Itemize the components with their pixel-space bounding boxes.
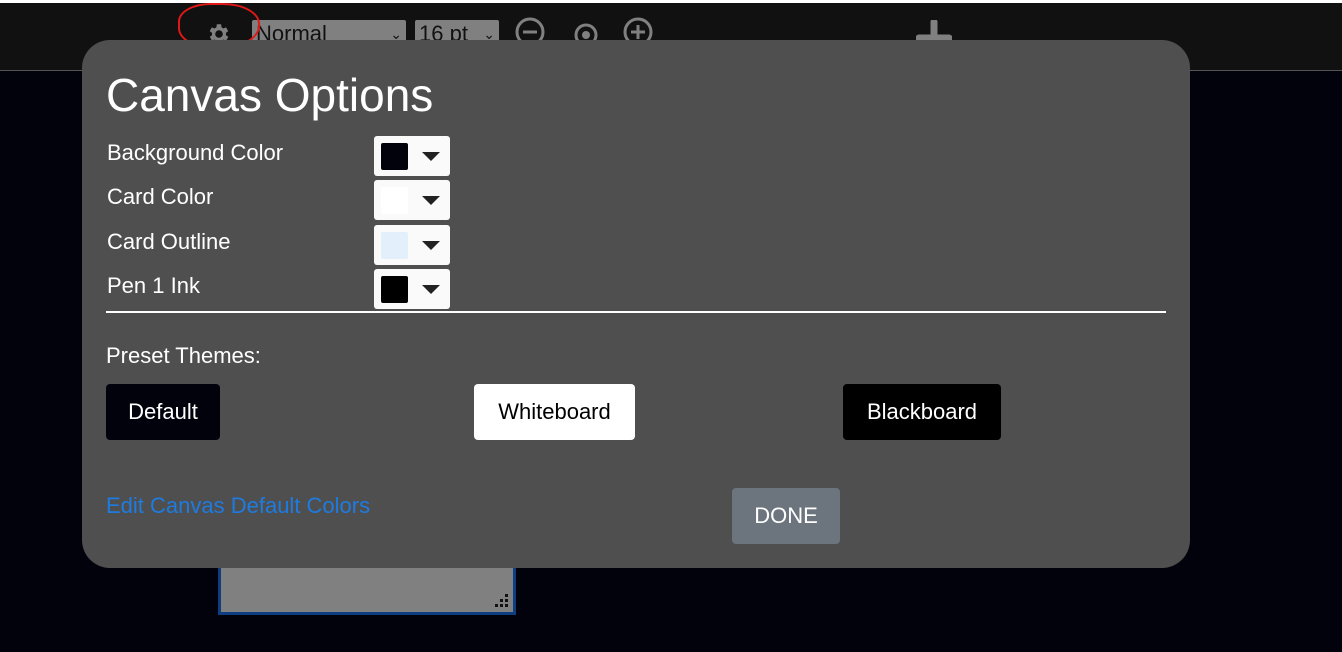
canvas-options-dialog: Canvas Options Background Color Card Col… bbox=[82, 40, 1190, 568]
pen-ink-label: Pen 1 Ink bbox=[107, 273, 200, 298]
color-swatch bbox=[381, 276, 408, 303]
caret-down-icon bbox=[422, 152, 440, 161]
caret-down-icon bbox=[422, 241, 440, 250]
pen-ink-picker[interactable] bbox=[374, 269, 450, 309]
theme-default-button[interactable]: Default bbox=[106, 384, 220, 440]
color-swatch bbox=[381, 187, 408, 214]
dialog-title: Canvas Options bbox=[106, 69, 434, 121]
theme-blackboard-button[interactable]: Blackboard bbox=[843, 384, 1001, 440]
divider bbox=[106, 311, 1166, 313]
color-swatch bbox=[381, 143, 408, 170]
card-color-picker[interactable] bbox=[374, 180, 450, 220]
edit-default-colors-link[interactable]: Edit Canvas Default Colors bbox=[106, 493, 370, 519]
done-button[interactable]: DONE bbox=[732, 488, 840, 544]
resize-grip-icon[interactable] bbox=[495, 594, 509, 608]
preset-themes-label: Preset Themes: bbox=[106, 343, 261, 368]
card-outline-picker[interactable] bbox=[374, 225, 450, 265]
card-outline-label: Card Outline bbox=[107, 229, 231, 254]
background-color-picker[interactable] bbox=[374, 136, 450, 176]
caret-down-icon bbox=[422, 196, 440, 205]
card-color-label: Card Color bbox=[107, 184, 214, 209]
background-color-label: Background Color bbox=[107, 140, 284, 165]
theme-whiteboard-button[interactable]: Whiteboard bbox=[474, 384, 635, 440]
caret-down-icon bbox=[422, 285, 440, 294]
color-swatch bbox=[381, 232, 408, 259]
